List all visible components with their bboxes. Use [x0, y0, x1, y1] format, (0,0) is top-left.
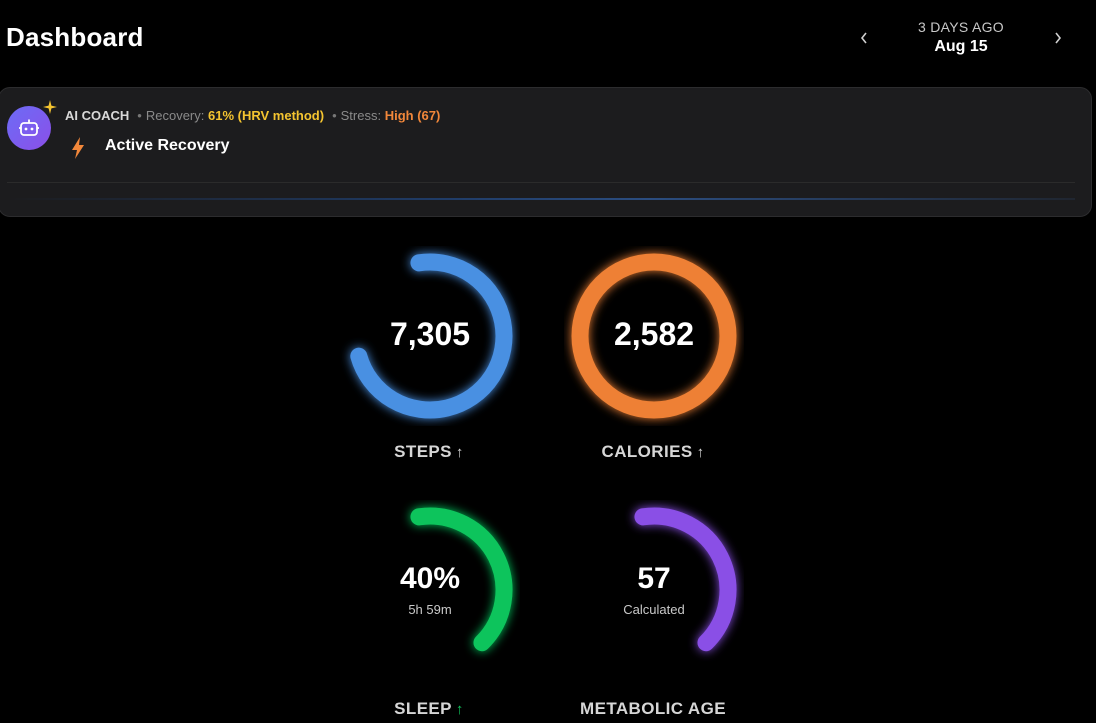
stress-value: High (67): [384, 108, 441, 123]
date-relative: 3 DAYS AGO: [918, 19, 1004, 35]
calories-ring[interactable]: 2,582: [564, 246, 744, 426]
ai-coach-card[interactable]: AI COACH • Recovery: 61% (HRV method) • Stre…: [0, 87, 1092, 217]
divider: [7, 182, 1075, 183]
steps-label[interactable]: STEPS ↑: [319, 442, 539, 462]
trend-up-icon: ↑: [455, 444, 464, 461]
date-display: 3 DAYS AGO Aug 15: [900, 19, 1022, 56]
coach-name: AI COACH: [65, 108, 130, 123]
metabolic-age-sub: Calculated: [623, 602, 685, 617]
separator-dot: •: [137, 108, 142, 123]
recovery-value: 61% (HRV method): [208, 108, 325, 123]
next-day-button[interactable]: [1046, 26, 1070, 50]
coach-header: AI COACH • Recovery: 61% (HRV method) • Stre…: [65, 108, 440, 123]
previous-day-button[interactable]: [852, 26, 876, 50]
calories-label-text: CALORIES: [601, 442, 693, 461]
robot-icon: [19, 119, 39, 136]
metabolic-age-ring[interactable]: 57 Calculated: [564, 500, 744, 680]
sleep-value: 40%: [399, 562, 461, 595]
date-label: Aug 15: [934, 38, 988, 55]
sleep-ring[interactable]: 40% 5h 59m: [340, 500, 520, 680]
metabolic-age-label-text: METABOLIC AGE: [580, 699, 726, 718]
chevron-left-icon: [860, 32, 867, 44]
trend-up-icon: ↑: [696, 444, 705, 461]
trend-up-icon: ↑: [455, 701, 464, 718]
steps-label-text: STEPS: [394, 442, 452, 461]
coach-message: Active Recovery: [105, 137, 230, 154]
sparkle-icon: [43, 100, 57, 114]
steps-ring[interactable]: 7,305: [340, 246, 520, 426]
metabolic-age-value: 57: [637, 562, 671, 595]
sleep-label-text: SLEEP: [394, 699, 452, 718]
sleep-label[interactable]: SLEEP ↑: [319, 699, 539, 719]
stress-label: Stress:: [340, 108, 382, 123]
chevron-right-icon: [1055, 32, 1062, 44]
separator-dot: •: [332, 108, 337, 123]
page-title: Dashboard: [6, 22, 144, 52]
loading-bar: [7, 198, 1075, 200]
metabolic-age-label[interactable]: METABOLIC AGE: [543, 699, 763, 719]
calories-label[interactable]: CALORIES ↑: [543, 442, 763, 462]
steps-value: 7,305: [389, 316, 471, 352]
sleep-duration: 5h 59m: [408, 602, 452, 617]
recovery-label: Recovery:: [145, 108, 205, 123]
lightning-icon: [72, 137, 84, 159]
calories-value: 2,582: [613, 316, 695, 352]
